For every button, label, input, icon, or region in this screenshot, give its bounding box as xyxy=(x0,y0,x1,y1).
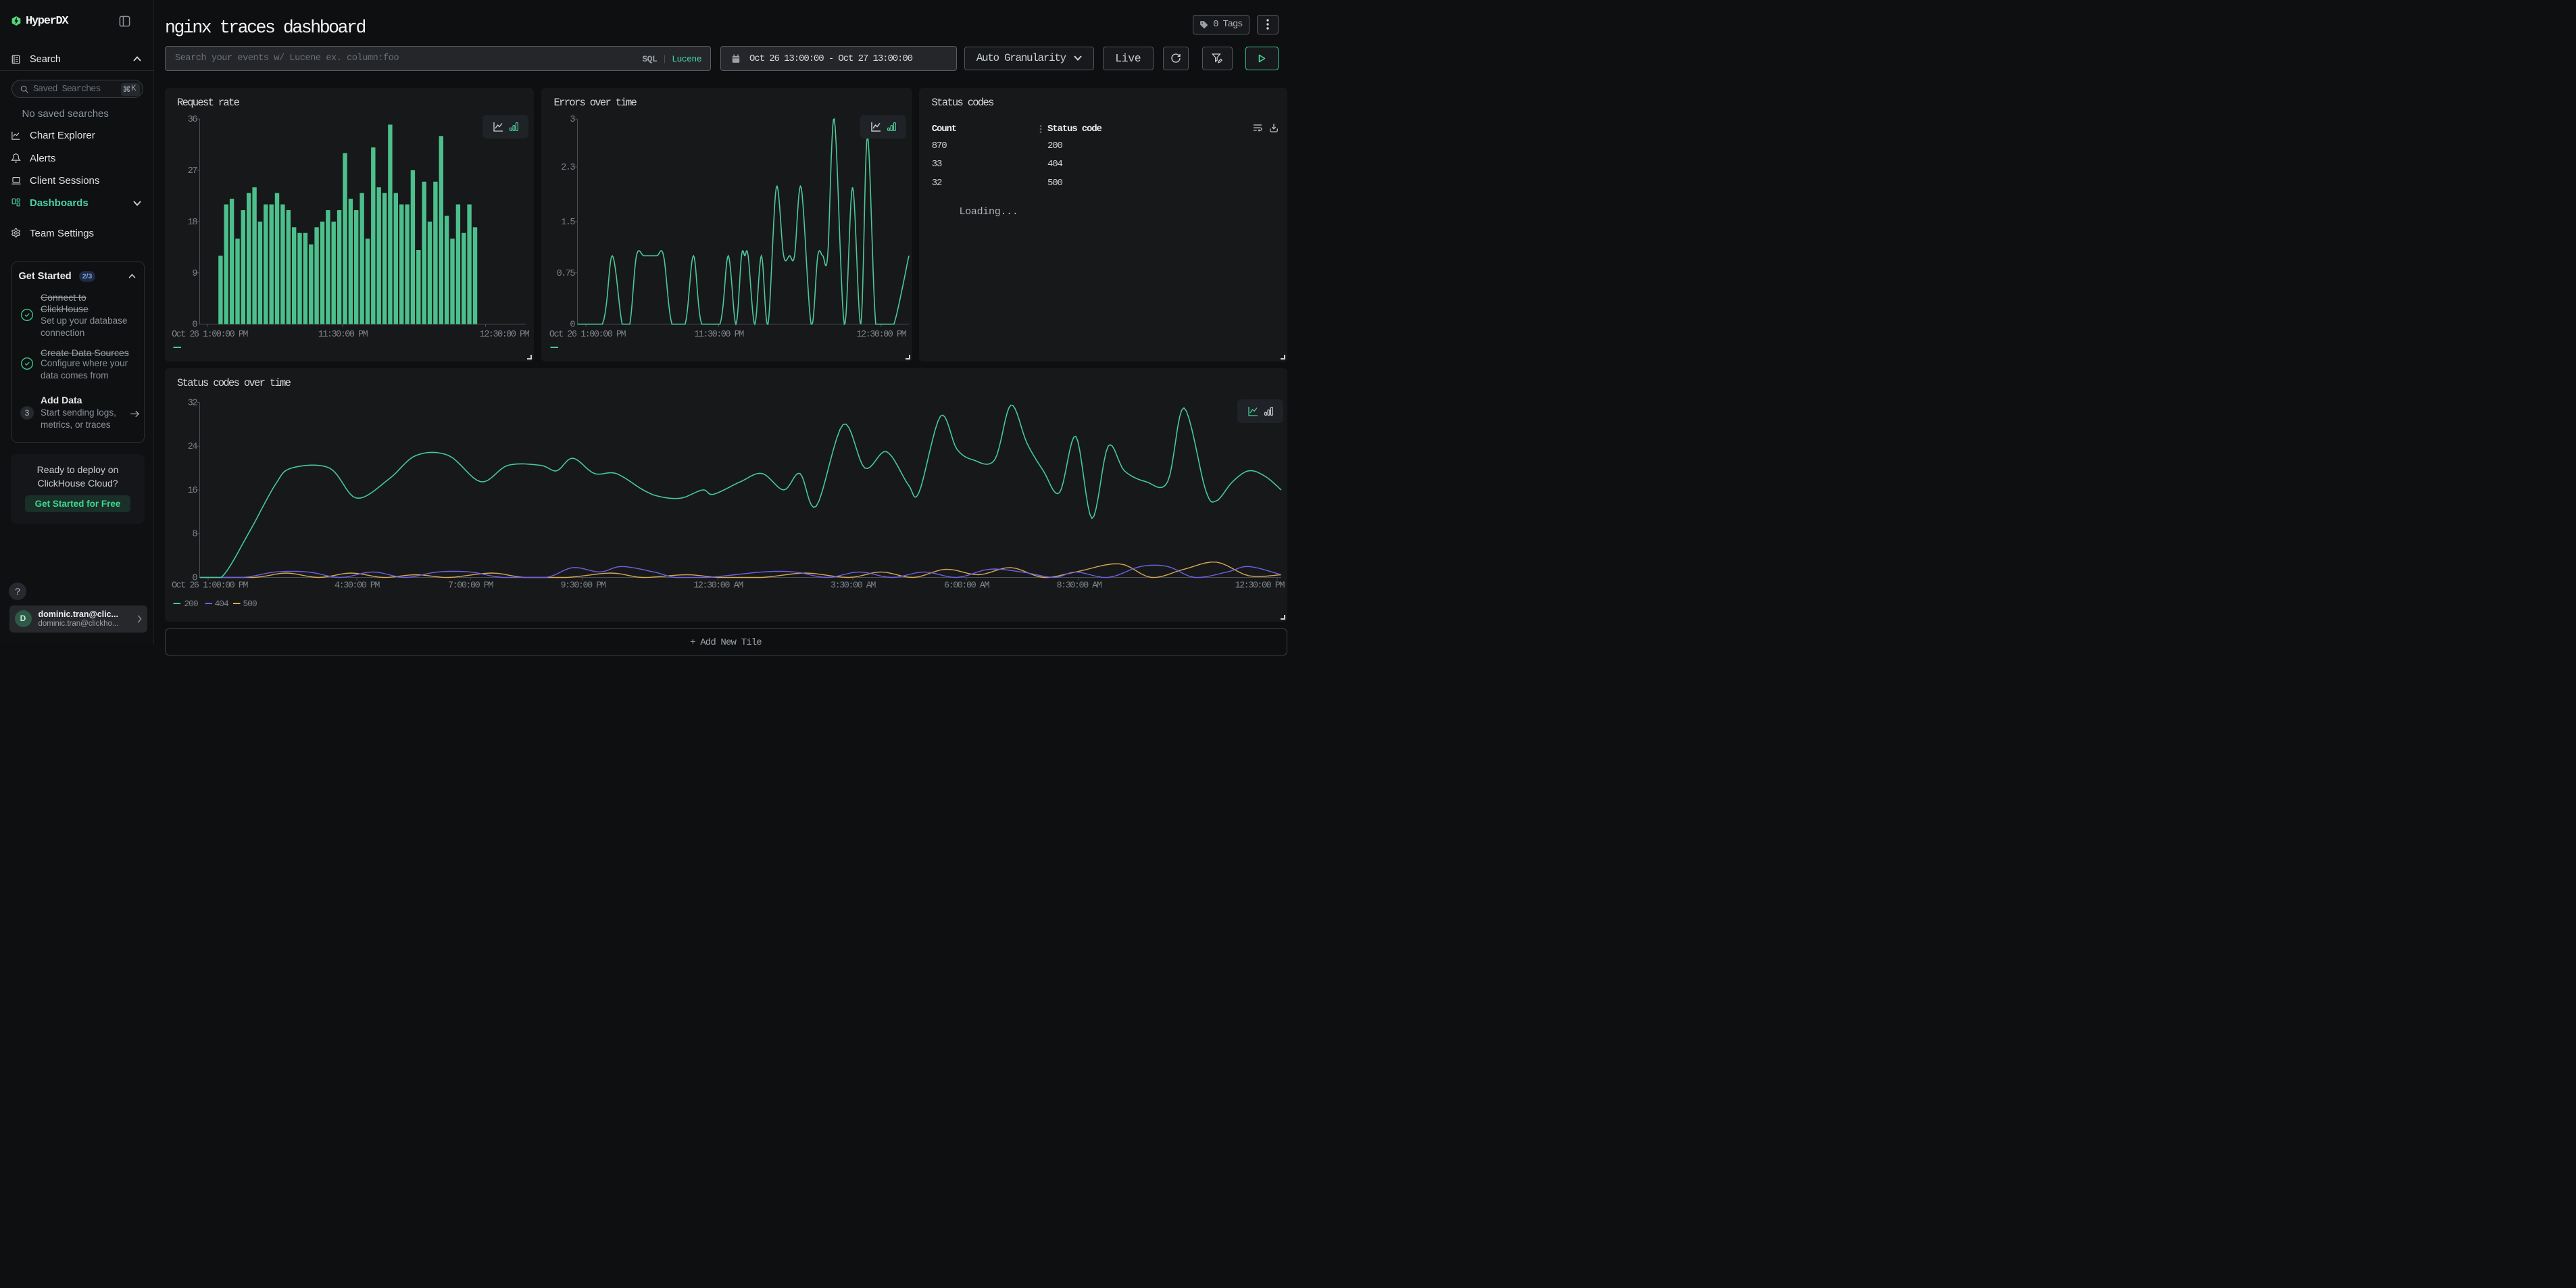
svg-text:24: 24 xyxy=(187,442,197,452)
svg-text:3:30:00 AM: 3:30:00 AM xyxy=(831,580,876,591)
svg-text:1.5: 1.5 xyxy=(561,218,575,228)
svg-text:500: 500 xyxy=(243,599,256,609)
svg-text:2.3: 2.3 xyxy=(561,163,575,173)
svg-text:6:00:00 AM: 6:00:00 AM xyxy=(944,580,989,591)
svg-text:3: 3 xyxy=(570,115,575,125)
svg-text:8: 8 xyxy=(192,530,197,540)
svg-text:200: 200 xyxy=(184,599,197,609)
svg-text:404: 404 xyxy=(214,599,228,609)
svg-text:32: 32 xyxy=(187,398,197,408)
svg-text:12:30:00 PM: 12:30:00 PM xyxy=(856,330,906,340)
svg-text:8:30:00 AM: 8:30:00 AM xyxy=(1056,580,1101,591)
svg-text:12:30:00 AM: 12:30:00 AM xyxy=(693,580,743,591)
svg-text:0: 0 xyxy=(570,320,575,330)
svg-text:9:30:00 PM: 9:30:00 PM xyxy=(560,580,605,591)
svg-text:12:30:00 PM: 12:30:00 PM xyxy=(1235,580,1285,591)
svg-text:12:30:00 PM: 12:30:00 PM xyxy=(479,330,529,340)
svg-text:27: 27 xyxy=(187,166,197,176)
svg-text:Oct 26 1:00:00 PM: Oct 26 1:00:00 PM xyxy=(549,330,626,340)
svg-text:11:30:00 PM: 11:30:00 PM xyxy=(318,330,368,340)
svg-text:0.75: 0.75 xyxy=(557,269,576,279)
svg-text:4:30:00 PM: 4:30:00 PM xyxy=(335,580,380,591)
svg-text:36: 36 xyxy=(187,115,197,125)
svg-text:0: 0 xyxy=(192,320,197,330)
svg-text:9: 9 xyxy=(192,269,197,279)
svg-text:18: 18 xyxy=(187,218,197,228)
svg-text:7:00:00 PM: 7:00:00 PM xyxy=(448,580,493,591)
svg-text:Oct 26 1:00:00 PM: Oct 26 1:00:00 PM xyxy=(171,330,247,340)
svg-text:11:30:00 PM: 11:30:00 PM xyxy=(694,330,744,340)
svg-text:Oct 26 1:00:00 PM: Oct 26 1:00:00 PM xyxy=(171,580,247,591)
svg-text:16: 16 xyxy=(187,486,197,496)
